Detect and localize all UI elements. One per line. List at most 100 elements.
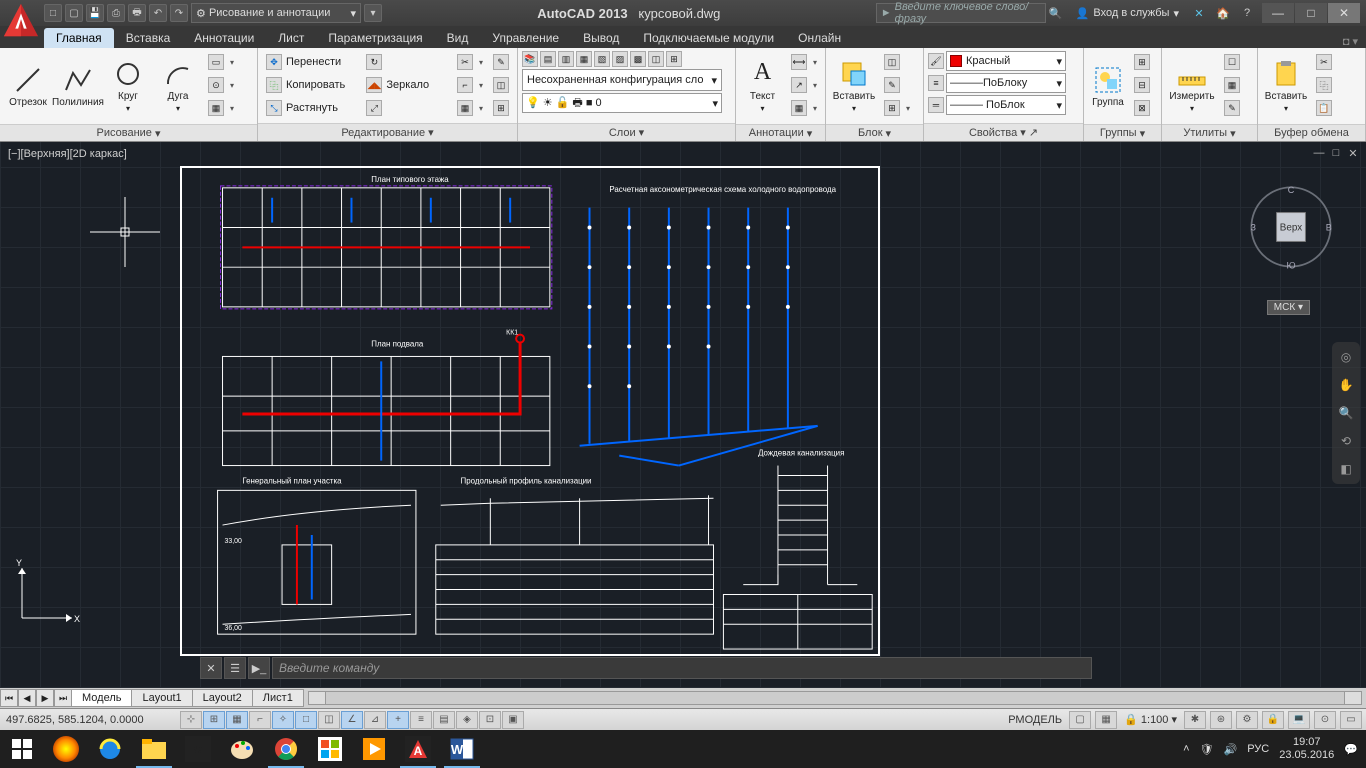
sb-layout-icon[interactable]: ▢ <box>1069 711 1091 729</box>
linetype-dropdown[interactable]: ——— ПоБлок▾ <box>946 95 1066 115</box>
help-icon[interactable]: ? <box>1237 4 1257 22</box>
prop-icon-3[interactable]: ═ <box>928 97 944 113</box>
app-logo[interactable] <box>2 2 40 40</box>
horizontal-scrollbar[interactable] <box>308 691 1362 705</box>
tb-app-2[interactable]: ✿ <box>176 730 220 768</box>
cmd-prompt-icon[interactable]: ▶_ <box>248 657 270 679</box>
lt-prev-icon[interactable]: ◀ <box>18 689 36 707</box>
group-icon-2[interactable]: ⊟ <box>1130 74 1154 96</box>
tray-clock[interactable]: 19:0723.05.2016 <box>1279 736 1334 762</box>
qat-plot-icon[interactable]: 🖶 <box>128 4 146 22</box>
panel-annot-title[interactable]: Аннотации ▾ <box>736 124 825 141</box>
tab-sheet1[interactable]: Лист1 <box>252 689 304 707</box>
panel-groups-title[interactable]: Группы ▾ <box>1084 124 1161 141</box>
util-icon-3[interactable]: ✎ <box>1220 97 1244 119</box>
layer-icon-4[interactable]: ▦ <box>576 51 592 67</box>
cmd-options-icon[interactable]: ☰ <box>224 657 246 679</box>
lt-first-icon[interactable]: ⏮ <box>0 689 18 707</box>
lineweight-dropdown[interactable]: ———ПоБлоку▾ <box>946 73 1066 93</box>
tb-media-icon[interactable] <box>352 730 396 768</box>
tray-up-icon[interactable]: ˄ <box>1183 743 1189 755</box>
layer-icon-8[interactable]: ◫ <box>648 51 664 67</box>
search-icon[interactable]: 🔍 <box>1046 4 1066 22</box>
layer-icon-6[interactable]: ▨ <box>612 51 628 67</box>
block-edit[interactable]: ✎ <box>880 74 914 96</box>
lt-last-icon[interactable]: ⏭ <box>54 689 72 707</box>
qat-saveas-icon[interactable]: ⎙ <box>107 4 125 22</box>
sb-osnap-icon[interactable]: □ <box>295 711 317 729</box>
sb-sc-icon[interactable]: ⊡ <box>479 711 501 729</box>
maximize-button[interactable]: □ <box>1295 3 1327 23</box>
sb-clean-icon[interactable]: ▭ <box>1340 711 1362 729</box>
tb-chrome-icon[interactable] <box>264 730 308 768</box>
lt-next-icon[interactable]: ▶ <box>36 689 54 707</box>
workspace-dropdown[interactable]: ⚙ Рисование и аннотации▾ <box>191 3 361 23</box>
panel-block-title[interactable]: Блок ▾ <box>826 124 923 141</box>
insert-block-button[interactable]: Вставить▾ <box>830 51 878 121</box>
polyline-button[interactable]: Полилиния <box>54 51 102 121</box>
tb-store-icon[interactable] <box>308 730 352 768</box>
tab-model[interactable]: Модель <box>71 689 132 707</box>
tb-autocad-icon[interactable]: A <box>396 730 440 768</box>
panel-utils-title[interactable]: Утилиты ▾ <box>1162 124 1257 141</box>
draw-misc-3[interactable]: ▦ <box>204 97 238 119</box>
tab-plugins[interactable]: Подключаемые модули <box>631 28 786 48</box>
viewport-label[interactable]: [−][Верхняя][2D каркас] <box>8 148 127 160</box>
group-icon-1[interactable]: ⊞ <box>1130 51 1154 73</box>
dim-button[interactable]: ⟷ <box>787 51 821 73</box>
nav-zoom-icon[interactable]: 🔍 <box>1337 404 1355 422</box>
infocenter-icon[interactable]: 🏠 <box>1213 4 1233 22</box>
tab-insert[interactable]: Вставка <box>114 28 183 48</box>
fillet-button[interactable]: ⌐ <box>453 74 487 96</box>
sb-lwt-icon[interactable]: ≡ <box>410 711 432 729</box>
util-icon-2[interactable]: ▦ <box>1220 74 1244 96</box>
viewcube[interactable]: Верх С Ю В З <box>1246 182 1336 272</box>
draw-misc-2[interactable]: ⊙ <box>204 74 238 96</box>
tab-manage[interactable]: Управление <box>480 28 571 48</box>
panel-modify-title[interactable]: Редактирование ▾ <box>258 123 517 141</box>
layer-icon-2[interactable]: ▤ <box>540 51 556 67</box>
sign-in-button[interactable]: 👤 Вход в службы ▾ <box>1070 7 1185 20</box>
command-input[interactable]: Введите команду <box>272 657 1092 679</box>
vp-close-icon[interactable]: ✕ <box>1346 146 1360 160</box>
sb-dyn-icon[interactable]: + <box>387 711 409 729</box>
layer-icon-5[interactable]: ▧ <box>594 51 610 67</box>
text-button[interactable]: AТекст▾ <box>740 51 785 121</box>
model-space-button[interactable]: РМОДЕЛЬ <box>1005 714 1065 726</box>
vp-maximize-icon[interactable]: □ <box>1329 146 1343 160</box>
tray-notifications-icon[interactable]: 💬 <box>1344 743 1358 756</box>
rotate-button[interactable]: ↻ <box>362 51 451 73</box>
coordinates[interactable]: 497.6825, 585.1204, 0.0000 <box>0 714 180 726</box>
sb-grid-icon[interactable]: ▦ <box>226 711 248 729</box>
cut-icon[interactable]: ✂ <box>1312 51 1336 73</box>
block-attr[interactable]: ⊞ <box>880 97 914 119</box>
move-button[interactable]: ✥Перенести <box>262 51 360 73</box>
group-icon-3[interactable]: ⊠ <box>1130 97 1154 119</box>
layer-icon-7[interactable]: ▩ <box>630 51 646 67</box>
sb-iso-icon[interactable]: ⊙ <box>1314 711 1336 729</box>
modify-misc-3[interactable]: ⊞ <box>489 97 513 119</box>
tab-online[interactable]: Онлайн <box>786 28 853 48</box>
tab-output[interactable]: Вывод <box>571 28 631 48</box>
vp-minimize-icon[interactable]: — <box>1312 146 1326 160</box>
sb-ducs-icon[interactable]: ⊿ <box>364 711 386 729</box>
modify-misc-1[interactable]: ✎ <box>489 51 513 73</box>
tab-layout2[interactable]: Layout2 <box>192 689 253 707</box>
mirror-button[interactable]: ◢◣Зеркало <box>362 74 451 96</box>
color-dropdown[interactable]: Красный▾ <box>946 51 1066 71</box>
layer-icon-9[interactable]: ⊞ <box>666 51 682 67</box>
tray-lang[interactable]: РУС <box>1247 743 1269 755</box>
prop-icon-2[interactable]: ≡ <box>928 75 944 91</box>
block-create[interactable]: ◫ <box>880 51 914 73</box>
stretch-button[interactable]: ⤡Растянуть <box>262 97 360 119</box>
sb-tb-icon[interactable]: 🔒 <box>1262 711 1284 729</box>
sb-3dosnap-icon[interactable]: ◫ <box>318 711 340 729</box>
scale-button[interactable]: ⤢ <box>362 97 451 119</box>
table-button[interactable]: ▦ <box>787 97 821 119</box>
exchange-icon[interactable]: ✕ <box>1189 4 1209 22</box>
sb-qview-icon[interactable]: ▦ <box>1095 711 1117 729</box>
array-button[interactable]: ▦ <box>453 97 487 119</box>
nav-show-icon[interactable]: ◧ <box>1337 460 1355 478</box>
sb-polar-icon[interactable]: ✧ <box>272 711 294 729</box>
tb-ie-icon[interactable] <box>88 730 132 768</box>
